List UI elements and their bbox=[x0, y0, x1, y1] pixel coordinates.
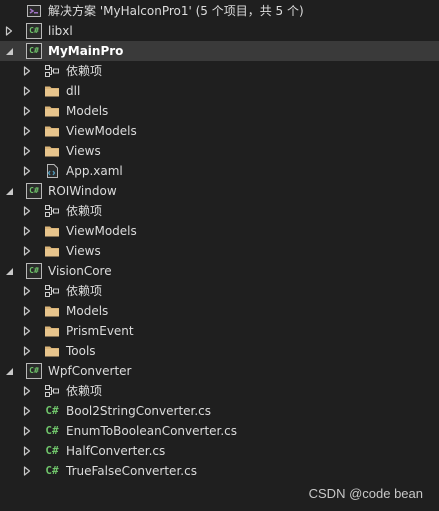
tree-row[interactable]: Views bbox=[0, 241, 439, 261]
collapsed-arrow-icon[interactable] bbox=[22, 101, 32, 121]
collapsed-arrow-icon[interactable] bbox=[22, 281, 32, 301]
tree-item-label: Tools bbox=[66, 344, 96, 358]
collapsed-arrow-icon[interactable] bbox=[22, 121, 32, 141]
collapsed-arrow-icon[interactable] bbox=[22, 301, 32, 321]
expanded-arrow-icon[interactable] bbox=[4, 361, 14, 381]
tree-row[interactable]: Models bbox=[0, 101, 439, 121]
tree-row[interactable]: Tools bbox=[0, 341, 439, 361]
tree-row[interactable]: 解决方案 'MyHalconPro1' (5 个项目，共 5 个) bbox=[0, 1, 439, 21]
tree-row[interactable]: ViewModels bbox=[0, 221, 439, 241]
tree-row[interactable]: C# HalfConverter.cs bbox=[0, 441, 439, 461]
collapsed-arrow-icon[interactable] bbox=[22, 161, 32, 181]
csharp-project-icon: C# bbox=[26, 43, 42, 59]
dependencies-icon bbox=[44, 203, 60, 219]
csharp-file-icon: C# bbox=[45, 464, 59, 477]
solution-explorer-tree: 解决方案 'MyHalconPro1' (5 个项目，共 5 个) C# libx… bbox=[0, 1, 439, 481]
tree-row[interactable]: dll bbox=[0, 81, 439, 101]
csharp-file-icon: C# bbox=[45, 444, 59, 457]
tree-item-label: Models bbox=[66, 304, 109, 318]
tree-row[interactable]: Views bbox=[0, 141, 439, 161]
watermark: CSDN @code bean bbox=[308, 486, 423, 501]
tree-item-label: ViewModels bbox=[66, 124, 137, 138]
folder-icon bbox=[44, 243, 60, 259]
collapsed-arrow-icon[interactable] bbox=[22, 81, 32, 101]
tree-row[interactable]: C# EnumToBooleanConverter.cs bbox=[0, 421, 439, 441]
tree-item-label: WpfConverter bbox=[48, 364, 132, 378]
tree-row[interactable]: C# VisionCore bbox=[0, 261, 439, 281]
tree-item-label: Views bbox=[66, 244, 101, 258]
collapsed-arrow-icon[interactable] bbox=[22, 441, 32, 461]
collapsed-arrow-icon[interactable] bbox=[22, 461, 32, 481]
folder-icon bbox=[44, 323, 60, 339]
expanded-arrow-icon[interactable] bbox=[4, 261, 14, 281]
folder-icon bbox=[44, 103, 60, 119]
collapsed-arrow-icon[interactable] bbox=[22, 381, 32, 401]
tree-item-label: ViewModels bbox=[66, 224, 137, 238]
tree-row[interactable]: C# libxl bbox=[0, 21, 439, 41]
tree-row[interactable]: Models bbox=[0, 301, 439, 321]
tree-row[interactable]: App.xaml bbox=[0, 161, 439, 181]
collapsed-arrow-icon[interactable] bbox=[22, 321, 32, 341]
collapsed-arrow-icon[interactable] bbox=[22, 241, 32, 261]
tree-row[interactable]: C# TrueFalseConverter.cs bbox=[0, 461, 439, 481]
tree-item-label: Bool2StringConverter.cs bbox=[66, 404, 212, 418]
tree-row[interactable]: 依赖项 bbox=[0, 201, 439, 221]
tree-item-label: App.xaml bbox=[66, 164, 123, 178]
collapsed-arrow-icon[interactable] bbox=[22, 221, 32, 241]
folder-icon bbox=[44, 343, 60, 359]
collapsed-arrow-icon[interactable] bbox=[22, 201, 32, 221]
folder-icon bbox=[44, 143, 60, 159]
tree-item-label: HalfConverter.cs bbox=[66, 444, 166, 458]
csharp-project-icon: C# bbox=[26, 363, 42, 379]
tree-row[interactable]: 依赖项 bbox=[0, 281, 439, 301]
csharp-project-icon: C# bbox=[26, 183, 42, 199]
tree-item-label: EnumToBooleanConverter.cs bbox=[66, 424, 238, 438]
tree-item-label: dll bbox=[66, 84, 81, 98]
expanded-arrow-icon[interactable] bbox=[4, 181, 14, 201]
tree-item-label: 依赖项 bbox=[66, 384, 103, 398]
tree-item-label: libxl bbox=[48, 24, 73, 38]
folder-icon bbox=[44, 123, 60, 139]
tree-item-label: Models bbox=[66, 104, 109, 118]
tree-row[interactable]: C# Bool2StringConverter.cs bbox=[0, 401, 439, 421]
collapsed-arrow-icon[interactable] bbox=[22, 421, 32, 441]
tree-item-label: VisionCore bbox=[48, 264, 112, 278]
solution-icon bbox=[26, 3, 42, 19]
csharp-project-icon: C# bbox=[26, 263, 42, 279]
tree-item-label: Views bbox=[66, 144, 101, 158]
tree-item-label: ROIWindow bbox=[48, 184, 117, 198]
collapsed-arrow-icon[interactable] bbox=[4, 21, 14, 41]
dependencies-icon bbox=[44, 63, 60, 79]
csharp-file-icon: C# bbox=[45, 424, 59, 437]
tree-row[interactable]: C# WpfConverter bbox=[0, 361, 439, 381]
tree-row[interactable]: PrismEvent bbox=[0, 321, 439, 341]
tree-item-label: PrismEvent bbox=[66, 324, 134, 338]
tree-row[interactable]: C# ROIWindow bbox=[0, 181, 439, 201]
collapsed-arrow-icon[interactable] bbox=[22, 341, 32, 361]
folder-icon bbox=[44, 303, 60, 319]
tree-item-label: 依赖项 bbox=[66, 64, 103, 78]
dependencies-icon bbox=[44, 283, 60, 299]
collapsed-arrow-icon[interactable] bbox=[22, 141, 32, 161]
tree-item-label: 解决方案 'MyHalconPro1' (5 个项目，共 5 个) bbox=[48, 4, 304, 18]
xaml-file-icon bbox=[44, 163, 60, 179]
tree-row[interactable]: ViewModels bbox=[0, 121, 439, 141]
dependencies-icon bbox=[44, 383, 60, 399]
tree-row[interactable]: 依赖项 bbox=[0, 61, 439, 81]
expanded-arrow-icon[interactable] bbox=[4, 41, 14, 61]
tree-item-label: MyMainPro bbox=[48, 44, 124, 58]
tree-row[interactable]: C# MyMainPro bbox=[0, 41, 439, 61]
tree-item-label: TrueFalseConverter.cs bbox=[66, 464, 197, 478]
folder-icon bbox=[44, 223, 60, 239]
csharp-file-icon: C# bbox=[45, 404, 59, 417]
tree-item-label: 依赖项 bbox=[66, 284, 103, 298]
collapsed-arrow-icon[interactable] bbox=[22, 61, 32, 81]
tree-item-label: 依赖项 bbox=[66, 204, 103, 218]
tree-row[interactable]: 依赖项 bbox=[0, 381, 439, 401]
csharp-project-icon: C# bbox=[26, 23, 42, 39]
folder-icon bbox=[44, 83, 60, 99]
collapsed-arrow-icon[interactable] bbox=[22, 401, 32, 421]
